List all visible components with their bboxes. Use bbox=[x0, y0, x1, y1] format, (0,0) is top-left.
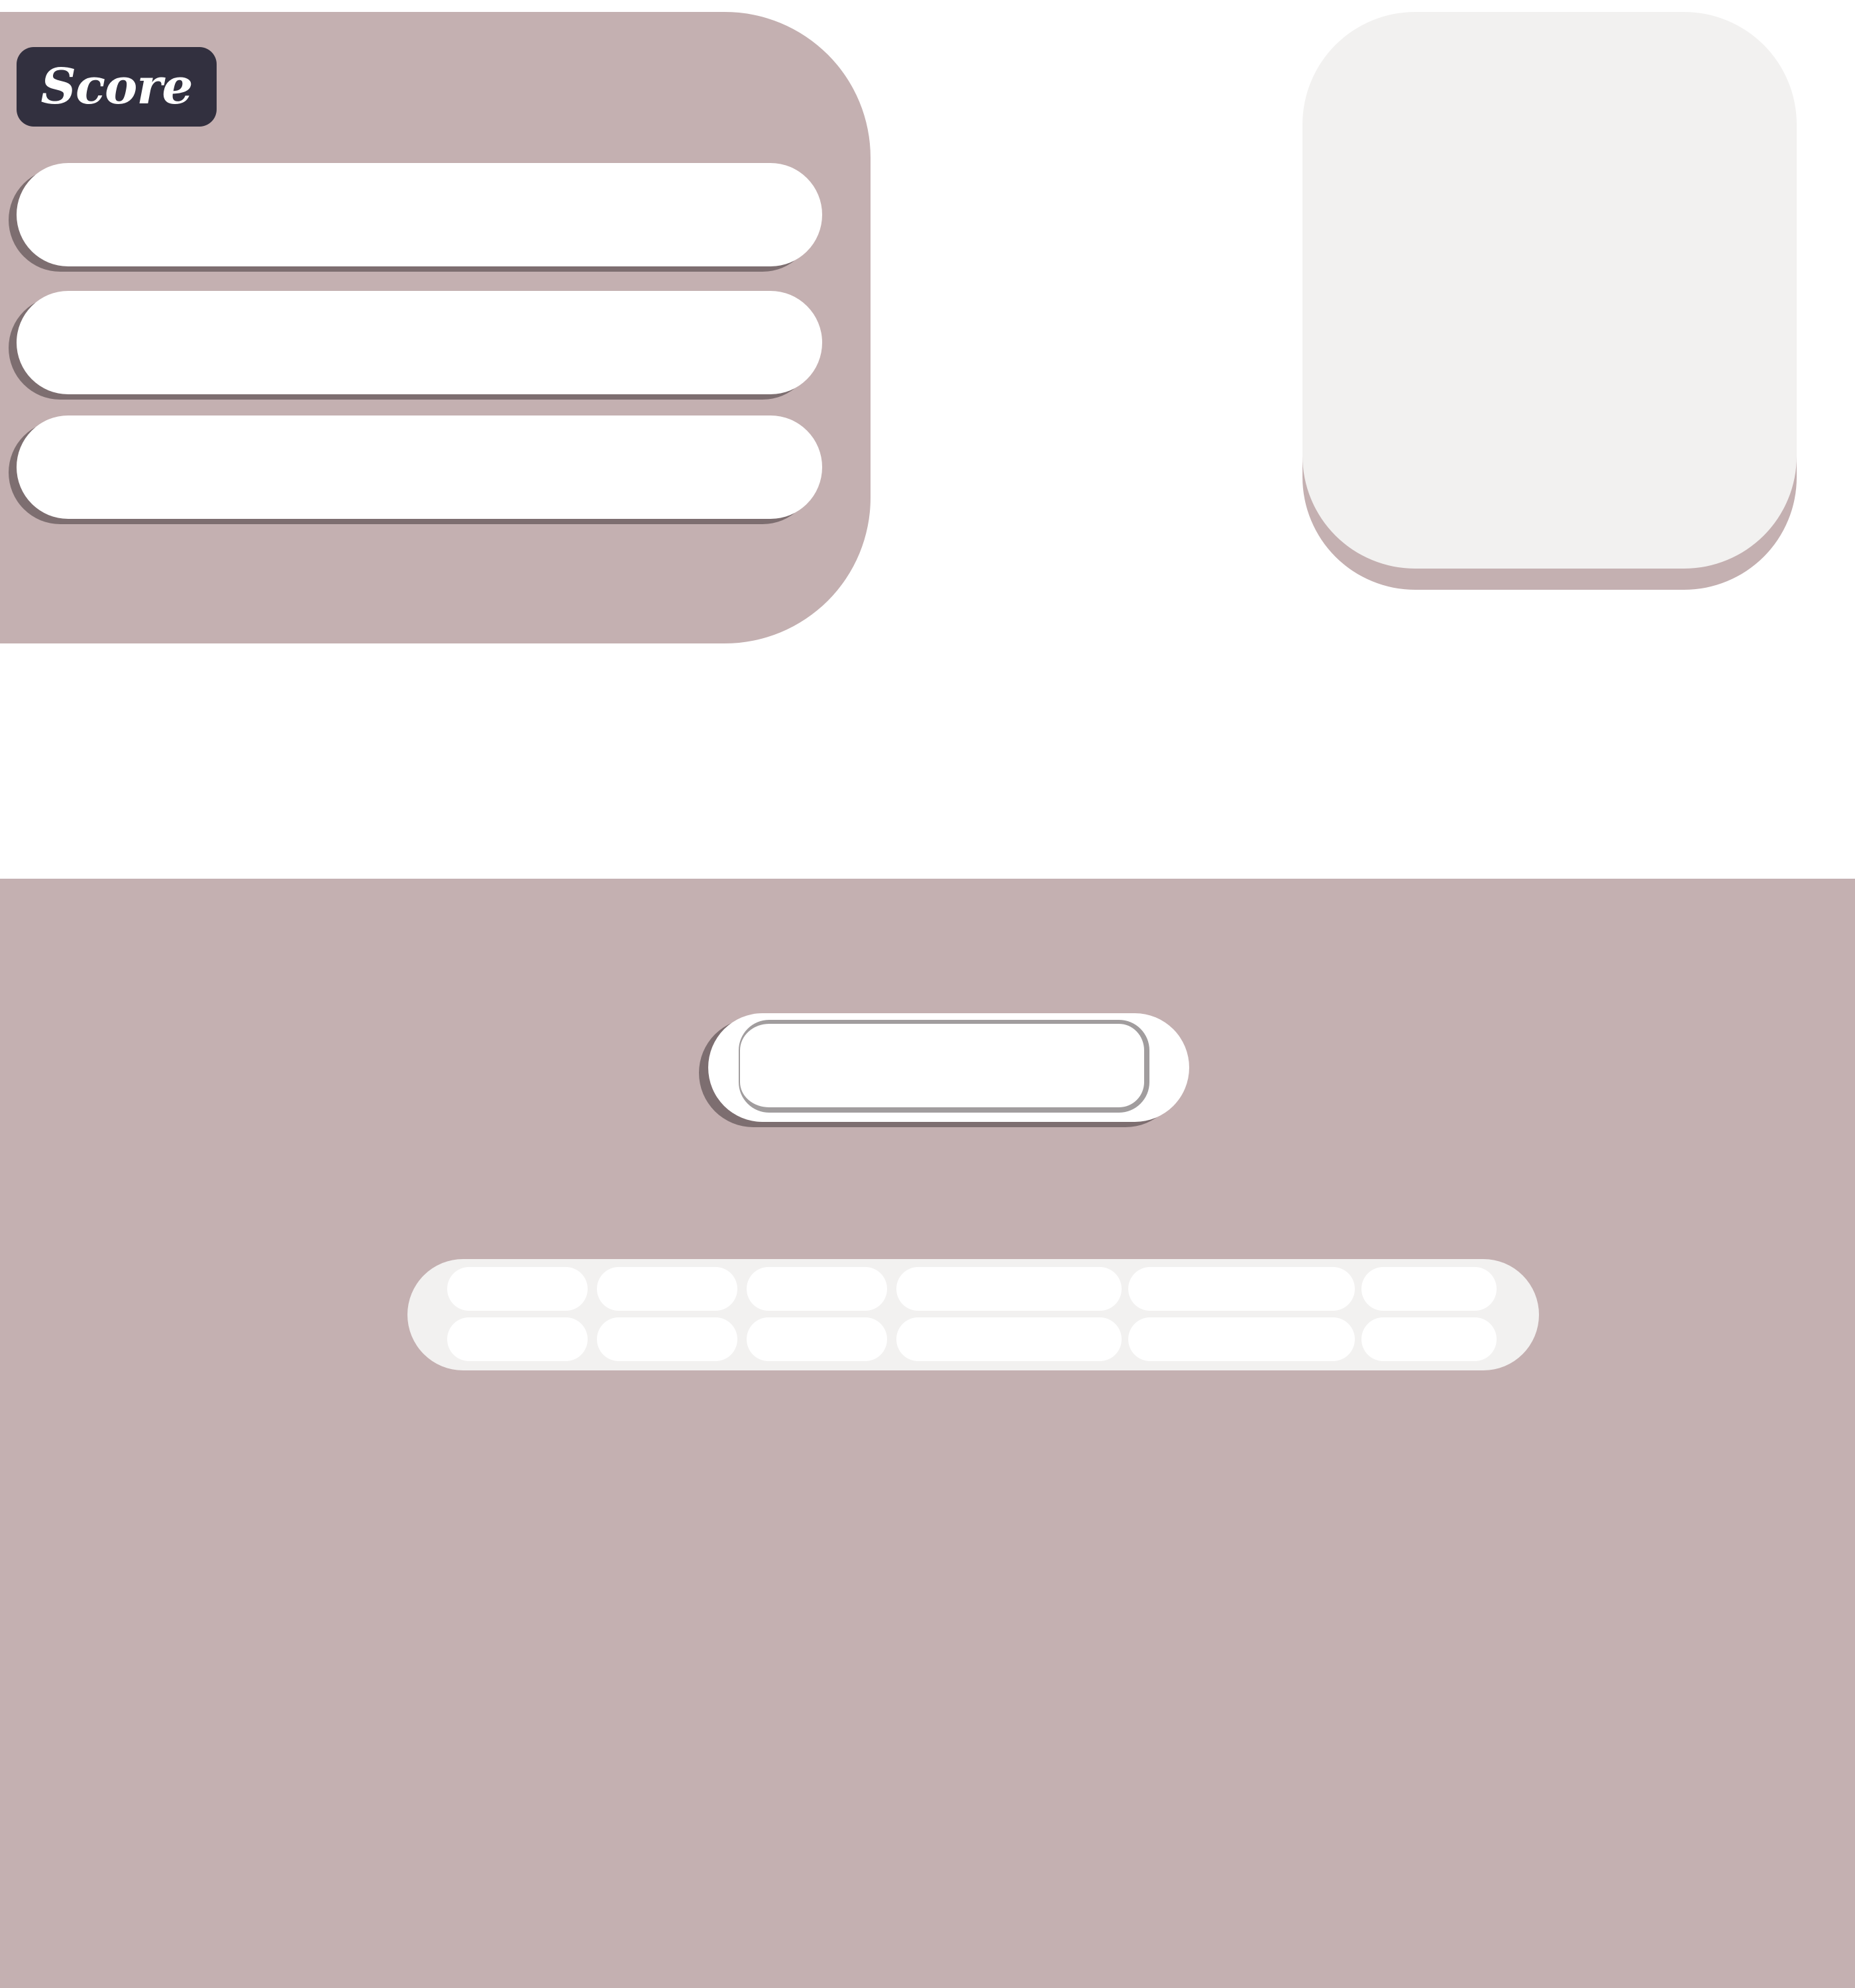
score-title: Score bbox=[17, 47, 217, 127]
word-input-box[interactable] bbox=[739, 1020, 1149, 1113]
word-input-frame bbox=[708, 1013, 1189, 1122]
letter-tile[interactable] bbox=[597, 1317, 737, 1361]
score-panel: Score bbox=[0, 12, 871, 643]
score-slot-3 bbox=[17, 415, 822, 519]
letter-tile[interactable] bbox=[747, 1317, 887, 1361]
tile-tray bbox=[407, 1259, 1539, 1370]
letter-tile[interactable] bbox=[1361, 1317, 1497, 1361]
letter-tile[interactable] bbox=[447, 1267, 588, 1311]
letter-tile[interactable] bbox=[747, 1267, 887, 1311]
letter-tile[interactable] bbox=[1128, 1317, 1355, 1361]
letter-tile[interactable] bbox=[896, 1317, 1122, 1361]
letter-tile[interactable] bbox=[896, 1267, 1122, 1311]
letter-tile[interactable] bbox=[597, 1267, 737, 1311]
score-slot-2 bbox=[17, 291, 822, 394]
letter-tile[interactable] bbox=[1361, 1267, 1497, 1311]
preview-card bbox=[1302, 12, 1797, 569]
word-input[interactable] bbox=[751, 1030, 1136, 1101]
score-slot-1 bbox=[17, 163, 822, 266]
letter-tile[interactable] bbox=[1128, 1267, 1355, 1311]
game-screen: Score bbox=[0, 0, 1855, 1988]
letter-tile[interactable] bbox=[447, 1317, 588, 1361]
